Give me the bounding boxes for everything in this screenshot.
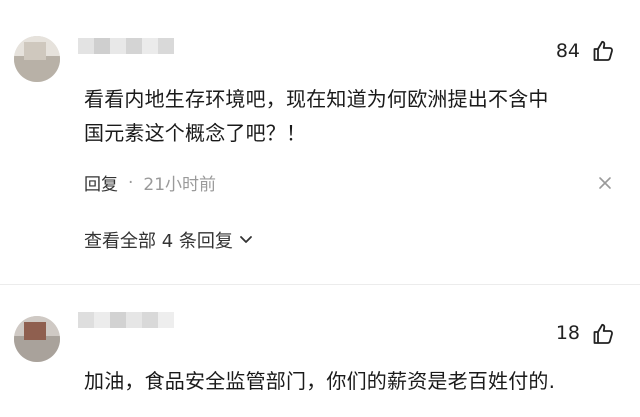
comment-text-line-2: 国元素这个概念了吧？！ bbox=[84, 121, 307, 145]
like-count: 84 bbox=[555, 40, 580, 62]
avatar[interactable] bbox=[14, 316, 60, 362]
comment-meta: 回复 · 21小时前 bbox=[84, 170, 217, 196]
close-icon[interactable] bbox=[598, 176, 612, 190]
avatar[interactable] bbox=[14, 36, 60, 82]
comment-text-line-1: 看看内地生存环境吧，现在知道为何欧洲提出不含中 bbox=[84, 87, 549, 111]
comment-text-line-1: 加油，食品安全监管部门，你们的薪资是老百姓付的. bbox=[84, 369, 556, 393]
username-blurred[interactable] bbox=[78, 38, 174, 54]
view-all-replies-link[interactable]: 查看全部 4 条回复 bbox=[84, 227, 253, 253]
like-count: 18 bbox=[555, 322, 580, 344]
username-blurred[interactable] bbox=[78, 312, 174, 328]
reply-button[interactable]: 回复 bbox=[84, 170, 118, 195]
thumbs-up-icon[interactable] bbox=[591, 39, 615, 63]
comment-feed: 84 看看内地生存环境吧，现在知道为何欧洲提出不含中 国元素这个概念了吧？！ 回… bbox=[0, 0, 640, 417]
thumbs-up-icon[interactable] bbox=[591, 322, 615, 346]
comment-timestamp: 21小时前 bbox=[143, 175, 217, 195]
view-all-replies-label: 查看全部 4 条回复 bbox=[84, 231, 233, 252]
meta-separator: · bbox=[128, 172, 134, 193]
chevron-down-icon bbox=[240, 236, 252, 243]
comment-divider bbox=[0, 284, 640, 285]
